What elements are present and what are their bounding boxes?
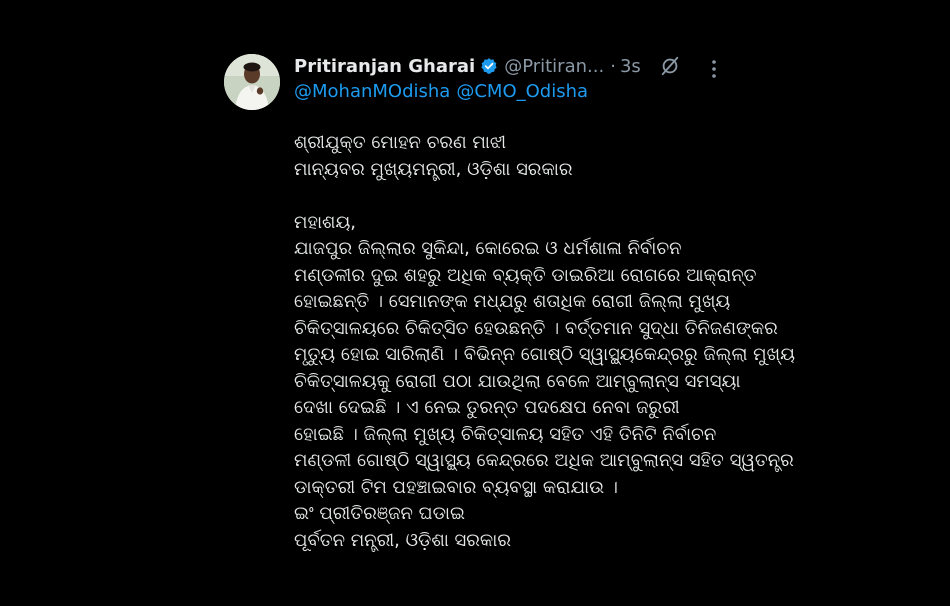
text-line: ଚିକିତ୍ସାଳୟରେ ଚିକିତ୍ସିତ ହେଉଛନ୍ତି । ବର୍ତ୍ତ… xyxy=(294,317,778,339)
text-line: ଶ୍ରୀଯୁକ୍ତ ମୋହନ ଚରଣ ମାଝୀ xyxy=(294,132,507,153)
text-line: ଯାଜପୁର ଜିଲ୍ଲାର ସୁକିନ୍ଦା, କୋରେଇ ଓ ଧର୍ମଶାଳ… xyxy=(294,238,682,259)
mention-link[interactable]: @CMO_Odisha xyxy=(456,81,588,102)
tweet-text: ଶ୍ରୀଯୁକ୍ତ ମୋହନ ଚରଣ ମାଝୀ ମାନ୍ୟବର ମୁଖ୍ୟମନ୍… xyxy=(294,130,795,554)
author-handle[interactable]: @Pritiran... xyxy=(504,56,604,77)
text-line: ମୃତ୍ୟୁ ହୋଇ ସାରିଲାଣି । ବିଭିନ୍ନ ଗୋଷ୍ଠି ସ୍ୱ… xyxy=(294,344,795,365)
text-line: ହୋଇଛି । ଜିଲ୍ଲା ମୁଖ୍ୟ ଚିକିତ୍ସାଳୟ ସହିତ ଏହି… xyxy=(294,423,717,445)
text-line: ଡାକ୍ତରୀ ଟିମ ପହଞ୍ଚାଇବାର ବ୍ୟବସ୍ଥା କରାଯାଉ । xyxy=(294,476,618,498)
verified-badge-icon xyxy=(480,57,498,75)
text-line: ମଣ୍ଡଳୀର ଦୁଇ ଶହରୁ ଅଧିକ ବ୍ୟକ୍ତି ଡାଇରିଆ ରୋଗ… xyxy=(294,264,757,286)
author-name[interactable]: Pritiranjan Gharai xyxy=(294,56,475,77)
tweet-header: Pritiranjan Gharai @Pritiran... · 3s xyxy=(294,52,734,80)
text-line: ମଣ୍ଡଳୀ ଗୋଷ୍ଠି ସ୍ୱାସ୍ଥ୍ୟ କେନ୍ଦ୍ରରେ ଅଧିକ ଆ… xyxy=(294,450,794,471)
grok-icon[interactable] xyxy=(659,55,681,77)
avatar-photo xyxy=(224,54,280,110)
avatar[interactable] xyxy=(224,54,280,110)
mention-link[interactable]: @MohanMOdisha xyxy=(294,81,450,102)
text-line: ପୂର୍ବତନ ମନ୍ତ୍ରୀ, ଓଡ଼ିଶା ସରକାର xyxy=(294,529,511,551)
text-line xyxy=(294,183,754,210)
reply-mentions: @MohanMOdisha @CMO_Odisha xyxy=(294,81,594,102)
text-line: ମହାଶୟ, xyxy=(294,211,357,233)
text-line: ମାନ୍ୟବର ମୁଖ୍ୟମନ୍ତ୍ରୀ, ଓଡ଼ିଶା ସରକାର xyxy=(294,158,573,180)
more-options-icon[interactable] xyxy=(706,58,722,80)
text-line: ଇଂ ପ୍ରୀତିରଞ୍ଜନ ଘଡାଇ xyxy=(294,503,465,524)
separator-dot: · xyxy=(610,55,616,77)
text-line: ହୋଇଛନ୍ତି । ସେମାନଙ୍କ ମଧ୍ଯରୁ ଶତାଧିକ ରୋଗୀ ଜ… xyxy=(294,291,731,312)
timestamp[interactable]: 3s xyxy=(620,56,641,77)
text-line: ଚିକିତ୍ସାଳୟକୁ ରୋଗୀ ପଠା ଯାଉଥିଲା ବେଳେ ଆମ୍ବୁ… xyxy=(294,370,741,392)
text-line: ଦେଖା ଦେଇଛି । ଏ ନେଇ ତୁରନ୍ତ ପଦକ୍ଷେପ ନେବା ଜ… xyxy=(294,397,680,418)
